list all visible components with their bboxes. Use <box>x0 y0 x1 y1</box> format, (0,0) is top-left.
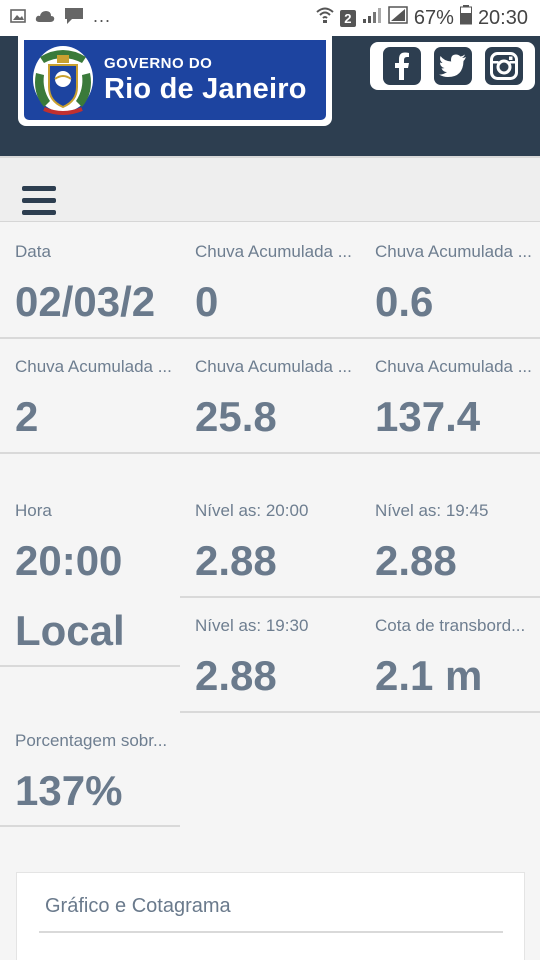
chat-icon <box>64 7 84 30</box>
cell-label: Data <box>15 242 51 261</box>
row-divider <box>0 825 180 827</box>
cell-value: 2.88 <box>375 537 457 584</box>
chart-card[interactable]: Gráfico e Cotagrama <box>16 872 525 960</box>
signal-icon-2 <box>388 6 408 30</box>
row-divider <box>0 452 540 454</box>
data-cell-level: Nível as: 20:00 2.88 <box>195 501 360 585</box>
cell-label: Nível as: 19:45 <box>375 501 489 520</box>
data-cell-time: Hora 20:00 Local <box>15 501 180 661</box>
logo-small-text: GOVERNO DO <box>104 55 213 72</box>
cell-value: 2.1 m <box>375 652 483 699</box>
signal-icon <box>362 6 382 30</box>
cell-label: Chuva Acumulada ... <box>195 357 352 376</box>
menu-icon[interactable] <box>22 186 56 216</box>
cell-label: Nível as: 20:00 <box>195 501 309 520</box>
more-notifications: ... <box>93 5 112 26</box>
facebook-link[interactable] <box>382 47 421 85</box>
clock: 20:30 <box>477 6 528 29</box>
data-cell-level: Nível as: 19:30 2.88 <box>195 616 360 700</box>
nav-bar <box>0 156 540 222</box>
cell-label: Chuva Acumulada ... <box>195 242 352 261</box>
cell-label: Chuva Acumulada ... <box>15 357 172 376</box>
cell-value: 137.4 <box>375 393 481 440</box>
government-logo[interactable]: GOVERNO DO Rio de Janeiro <box>18 36 332 126</box>
row-divider <box>0 337 540 339</box>
image-icon <box>10 8 26 28</box>
data-cell-rain: Chuva Acumulada ... 0.6 <box>375 242 535 326</box>
cell-label: Cota de transbord... <box>375 616 526 635</box>
cloud-icon <box>35 9 55 28</box>
card-divider <box>39 931 503 933</box>
twitter-icon <box>438 54 466 77</box>
cell-value: 2.88 <box>195 652 277 699</box>
cell-label: Chuva Acumulada ... <box>375 242 532 261</box>
site-header: GOVERNO DO Rio de Janeiro <box>0 36 540 156</box>
instagram-link[interactable] <box>484 47 523 85</box>
cell-value: 137% <box>15 767 123 814</box>
row-divider <box>180 711 540 713</box>
logo-title: Rio de Janeiro <box>104 73 307 105</box>
logo-banner: GOVERNO DO Rio de Janeiro <box>24 40 326 120</box>
facebook-icon <box>394 52 409 80</box>
cell-value: 0 <box>195 278 219 325</box>
battery-icon <box>459 5 472 31</box>
data-cell-rain: Chuva Acumulada ... 25.8 <box>195 357 360 441</box>
cell-label: Porcentagem sobr... <box>15 731 168 750</box>
row-divider <box>180 596 540 598</box>
sim-badge: 2 <box>339 9 356 27</box>
cell-value: 0.6 <box>375 278 434 325</box>
data-cell-level: Nível as: 19:45 2.88 <box>375 501 535 585</box>
data-cell-date: Data 02/03/2 <box>15 242 180 326</box>
card-title: Gráfico e Cotagrama <box>45 895 231 917</box>
instagram-icon <box>489 52 518 80</box>
cell-value-suffix: Local <box>15 607 125 654</box>
cell-label: Nível as: 19:30 <box>195 616 309 635</box>
data-cell-overflow-level: Cota de transbord... 2.1 m <box>375 616 535 700</box>
cell-value: 20:00 <box>15 537 123 584</box>
row-divider <box>0 665 180 667</box>
cell-label: Chuva Acumulada ... <box>375 357 532 376</box>
twitter-link[interactable] <box>433 47 472 85</box>
social-links <box>370 42 535 90</box>
coat-of-arms-icon <box>33 46 93 115</box>
data-cell-rain: Chuva Acumulada ... 2 <box>15 357 180 441</box>
cell-value: 2.88 <box>195 537 277 584</box>
battery-percent: 67% <box>413 6 454 29</box>
data-cell-rain: Chuva Acumulada ... 0 <box>195 242 360 326</box>
cell-value: 25.8 <box>195 393 277 440</box>
data-cell-rain: Chuva Acumulada ... 137.4 <box>375 357 535 441</box>
cell-value: 02/03/2 <box>15 278 156 325</box>
wifi-icon <box>316 6 334 30</box>
cell-label: Hora <box>15 501 52 520</box>
status-bar: ... 2 67% 20:30 <box>0 0 540 36</box>
cell-value: 2 <box>15 393 39 440</box>
data-cell-percentage: Porcentagem sobr... 137% <box>15 731 180 815</box>
